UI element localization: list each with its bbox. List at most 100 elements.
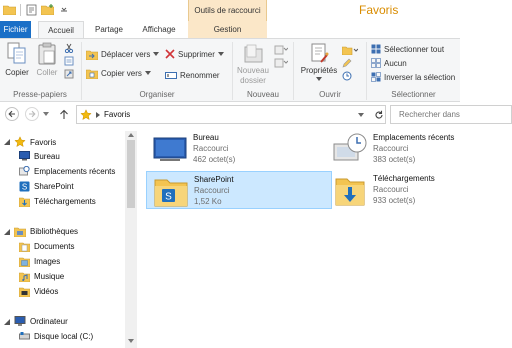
music-icon xyxy=(19,272,30,282)
forward-button[interactable] xyxy=(25,107,39,121)
nav-item-emplacements-recents[interactable]: Emplacements récents xyxy=(19,166,115,176)
file-tile-bureau[interactable]: Bureau Raccourci 462 octet(s) xyxy=(146,130,332,168)
file-name: Téléchargements xyxy=(373,174,435,183)
file-list: Bureau Raccourci 462 octet(s) Emplacemen… xyxy=(140,130,512,348)
easy-access-icon xyxy=(274,58,288,68)
nav-favorites[interactable]: Favoris xyxy=(4,136,56,148)
expanded-chevron-icon[interactable] xyxy=(4,318,10,325)
nav-item-sharepoint[interactable]: S SharePoint xyxy=(19,181,74,192)
file-name: SharePoint xyxy=(194,175,234,184)
nav-item-label: Disque local (C:) xyxy=(34,331,94,341)
nav-item-documents[interactable]: Documents xyxy=(19,241,74,252)
sharepoint-folder-icon: S xyxy=(154,179,188,207)
new-folder-icon[interactable] xyxy=(41,3,54,16)
properties-big-icon xyxy=(311,43,329,63)
back-button[interactable] xyxy=(5,107,19,121)
new-item-button[interactable] xyxy=(274,44,288,56)
nav-item-bureau[interactable]: Bureau xyxy=(19,151,60,161)
open-button[interactable] xyxy=(342,44,358,56)
forward-arrow-icon xyxy=(29,110,36,118)
select-all-button[interactable]: Sélectionner tout xyxy=(371,43,444,55)
file-name: Bureau xyxy=(193,133,219,142)
copy-to-button[interactable]: Copier vers xyxy=(86,67,151,79)
copy-label: Copier xyxy=(5,68,29,77)
invert-selection-label: Inverser la sélection xyxy=(384,72,456,82)
new-folder-label-line2: dossier xyxy=(240,76,266,85)
delete-button[interactable]: Supprimer xyxy=(165,48,224,60)
nav-item-videos[interactable]: Vidéos xyxy=(19,286,58,297)
up-button[interactable] xyxy=(59,109,69,120)
paste-button[interactable]: Coller xyxy=(33,42,61,78)
nav-item-musique[interactable]: Musique xyxy=(19,271,64,282)
nav-item-telechargements[interactable]: Téléchargements xyxy=(19,196,96,207)
tab-partage[interactable]: Partage xyxy=(86,21,132,38)
chevron-down-icon xyxy=(217,52,224,56)
select-none-button[interactable]: Aucun xyxy=(371,57,407,69)
tab-fichier[interactable]: Fichier xyxy=(0,21,31,38)
downloads-icon xyxy=(19,197,30,207)
copy-path-button[interactable] xyxy=(64,55,74,67)
breadcrumb-chevron-right-icon[interactable] xyxy=(96,112,100,118)
invert-selection-button[interactable]: Inverser la sélection xyxy=(371,71,455,83)
move-to-folder-icon xyxy=(86,50,98,60)
edit-button[interactable] xyxy=(342,57,352,69)
file-tile-telechargements[interactable]: Téléchargements Raccourci 933 octet(s) xyxy=(326,171,512,209)
properties-icon[interactable] xyxy=(25,3,38,16)
search-box[interactable] xyxy=(390,105,512,124)
copy-button[interactable]: Copier xyxy=(3,42,31,78)
group-label-selectionner: Sélectionner xyxy=(391,90,436,99)
file-tile-sharepoint[interactable]: S SharePoint Raccourci 1,52 Ko xyxy=(146,171,332,209)
tab-accueil[interactable]: Accueil xyxy=(38,21,84,38)
tab-gestion[interactable]: Gestion xyxy=(188,21,267,38)
nav-libraries[interactable]: Bibliothèques xyxy=(4,226,78,237)
nav-favorites-label: Favoris xyxy=(30,137,57,147)
delete-label: Supprimer xyxy=(178,49,215,59)
history-button[interactable] xyxy=(342,70,352,82)
file-size: 462 octet(s) xyxy=(193,155,236,164)
nav-libraries-label: Bibliothèques xyxy=(30,227,79,236)
move-to-button[interactable]: Déplacer vers xyxy=(86,48,160,60)
nav-computer[interactable]: Ordinateur xyxy=(4,316,68,327)
select-none-icon xyxy=(371,58,381,68)
easy-access-button[interactable] xyxy=(274,57,288,69)
videos-icon xyxy=(19,287,30,297)
new-folder-button[interactable]: Nouveau dossier xyxy=(235,42,271,86)
scrollbar-thumb[interactable] xyxy=(127,140,135,208)
search-input[interactable] xyxy=(399,109,511,120)
move-to-label: Déplacer vers xyxy=(101,49,151,59)
nav-item-label: Bureau xyxy=(34,151,60,161)
folder-icon[interactable] xyxy=(3,3,16,16)
tab-affichage[interactable]: Affichage xyxy=(136,21,182,38)
recent-places-icon xyxy=(19,166,30,176)
new-folder-big-icon xyxy=(244,44,263,63)
desktop-icon xyxy=(19,151,30,161)
file-tile-emplacements-recents[interactable]: Emplacements récents Raccourci 383 octet… xyxy=(326,130,512,168)
recent-locations-chevron-down-icon[interactable] xyxy=(43,112,49,116)
cut-button[interactable] xyxy=(64,42,74,54)
refresh-icon[interactable] xyxy=(374,110,384,120)
nav-item-disque-local[interactable]: Disque local (C:) xyxy=(19,331,93,341)
nav-item-label: Téléchargements xyxy=(34,197,96,206)
new-item-icon xyxy=(274,45,288,55)
scroll-down-icon[interactable] xyxy=(128,339,134,343)
chevron-down-icon xyxy=(144,71,151,75)
breadcrumb-location[interactable]: Favoris xyxy=(104,110,130,119)
paste-shortcut-button[interactable] xyxy=(64,68,74,80)
nav-item-images[interactable]: Images xyxy=(19,256,60,267)
file-size: 1,52 Ko xyxy=(194,197,222,206)
svg-text:S: S xyxy=(22,182,27,191)
address-bar[interactable]: Favoris xyxy=(76,105,386,124)
customize-chevron-down-icon[interactable] xyxy=(57,3,70,16)
scroll-up-icon[interactable] xyxy=(128,133,134,137)
computer-icon xyxy=(14,316,26,326)
address-history-chevron-down-icon[interactable] xyxy=(358,113,364,117)
nav-item-label: Musique xyxy=(34,272,65,281)
nav-item-label: Images xyxy=(34,257,61,266)
file-type: Raccourci xyxy=(373,144,409,153)
nav-item-label: SharePoint xyxy=(34,182,74,191)
rename-button[interactable]: Renommer xyxy=(165,69,220,81)
star-icon xyxy=(80,109,92,121)
expanded-chevron-icon[interactable] xyxy=(4,139,10,145)
properties-button[interactable]: Propriétés xyxy=(297,42,341,81)
expanded-chevron-icon[interactable] xyxy=(4,228,10,235)
